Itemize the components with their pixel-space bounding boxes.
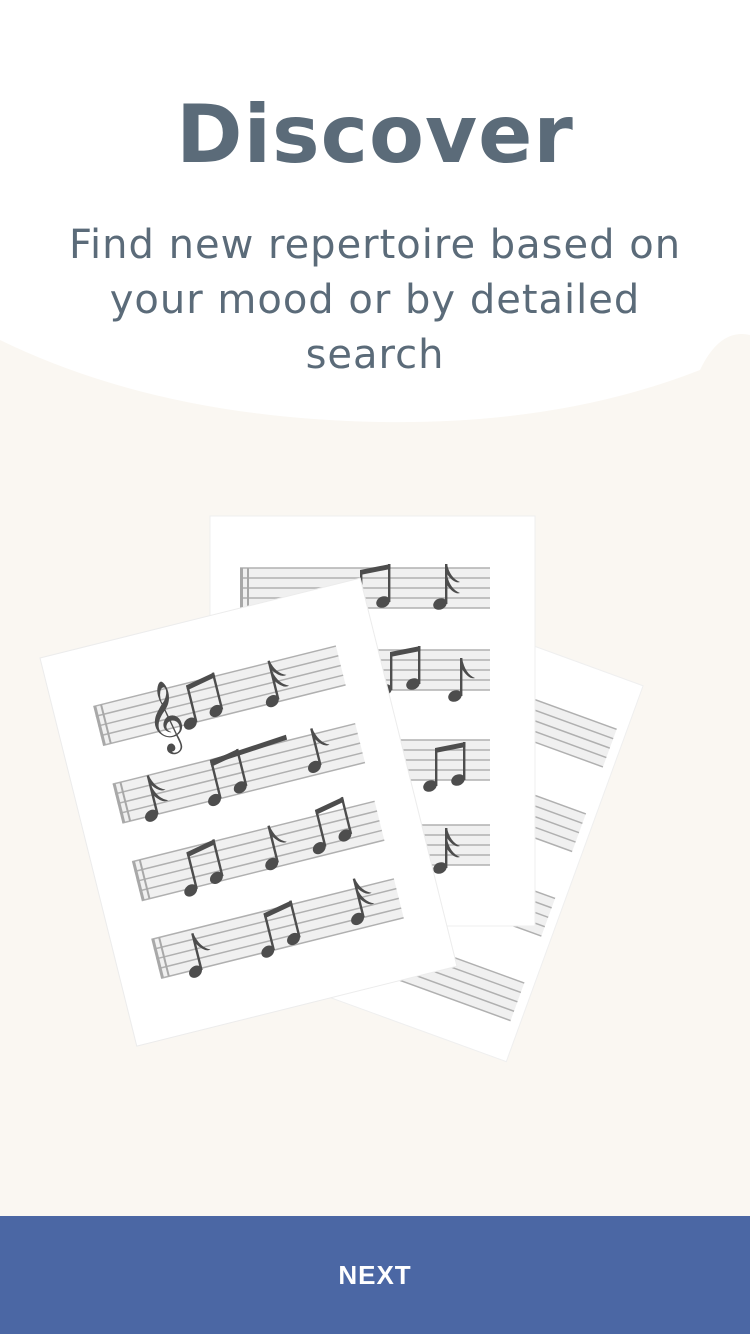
next-button[interactable]: NEXT xyxy=(0,1216,750,1334)
onboarding-screen: Discover Find new repertoire based on yo… xyxy=(0,0,750,1334)
page-title: Discover xyxy=(176,88,574,181)
sheet-music-illustration: 𝄞 xyxy=(39,515,644,1063)
page-subtitle: Find new repertoire based on your mood o… xyxy=(68,222,682,378)
